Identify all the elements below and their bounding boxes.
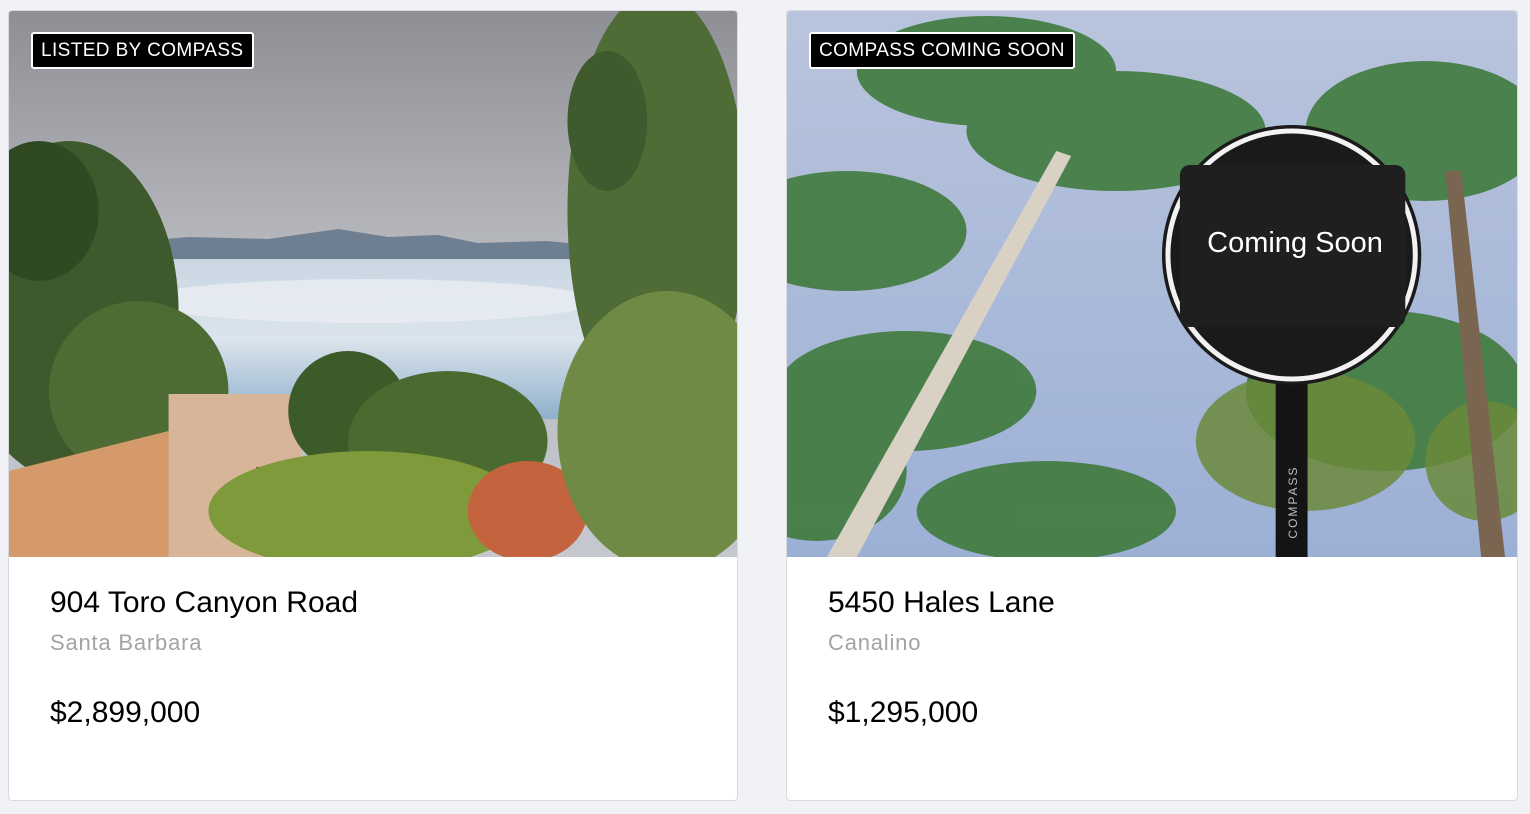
listing-address[interactable]: 5450 Hales Lane <box>828 585 1497 621</box>
coming-soon-sign-text: Coming Soon <box>1207 227 1383 259</box>
listing-city: Santa Barbara <box>50 630 203 655</box>
listing-badge: COMPASS COMING SOON <box>809 32 1075 69</box>
compass-sign-brand: COMPASS <box>1286 465 1300 539</box>
listing-price: $1,295,000 <box>828 696 979 729</box>
listing-photo[interactable] <box>9 11 737 557</box>
listing-badge: LISTED BY COMPASS <box>31 32 254 69</box>
listing-price: $2,899,000 <box>50 696 201 729</box>
listing-card[interactable]: LISTED BY COMPASS 904 Toro Canyon Road S… <box>8 10 738 801</box>
listing-city: Canalino <box>828 630 922 655</box>
listing-info: 904 Toro Canyon Road Santa Barbara $2,89… <box>50 557 717 731</box>
ocean-view-photo-icon <box>9 11 737 557</box>
listing-card[interactable]: Coming Soon COMPASS COMPASS COMING SOON … <box>786 10 1518 801</box>
listing-photo[interactable]: Coming Soon COMPASS <box>787 11 1517 557</box>
listing-address[interactable]: 904 Toro Canyon Road <box>50 585 717 621</box>
palm-trees-photo-icon <box>787 11 1517 557</box>
listing-info: 5450 Hales Lane Canalino $1,295,000 <box>828 557 1497 731</box>
